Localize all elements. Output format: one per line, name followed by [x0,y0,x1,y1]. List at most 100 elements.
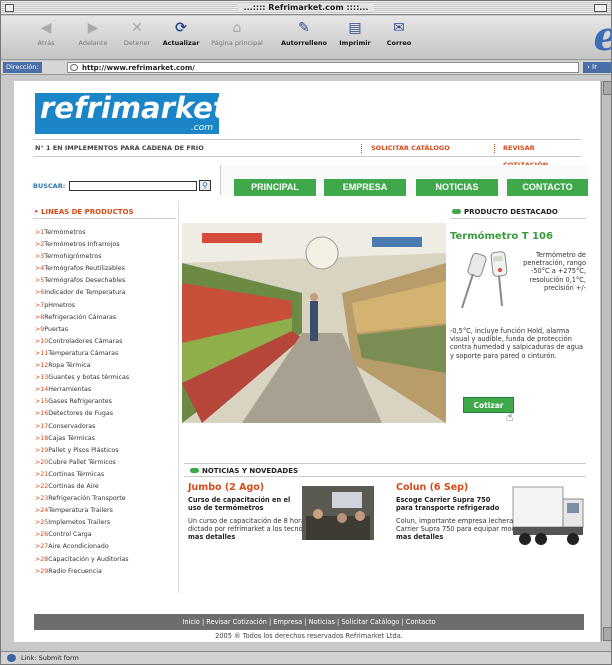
product-line-item[interactable]: >20Cubre Pallet Térmicos [35,457,180,469]
nav-empresa[interactable]: EMPRESA [324,179,406,196]
product-line-item[interactable]: >11Temperatura Cámaras [35,348,180,360]
refrimarket-logo[interactable]: refrimarket .com [35,93,227,134]
featured-product-title[interactable]: Termómetro T 106 [450,231,553,242]
browser-window: ...:::: Refrimarket.com ::::... ◀ Atrás ▶… [0,0,612,665]
product-line-item[interactable]: >8Refrigeración Cámaras [35,312,180,324]
product-line-item[interactable]: >25Implemetos Trailers [35,517,180,529]
search-button[interactable]: ⚲ [199,180,211,191]
footer-link[interactable]: Solicitar Catálogo [341,618,399,626]
explorer-bar-tabs [601,81,611,641]
product-line-item[interactable]: >22Cortinas de Aire [35,481,180,493]
product-line-label: Puertas [44,325,69,333]
news-title[interactable]: Curso de capacitación en el uso de termó… [188,496,298,513]
featured-product-heading: PRODUCTO DESTACADO [450,205,586,219]
footer-link[interactable]: Noticias [309,618,335,626]
product-line-item[interactable]: >5Termógrafos Desechables [35,275,180,287]
product-line-item[interactable]: >26Control Carga [35,529,180,541]
nav-noticias[interactable]: NOTICIAS [416,179,498,196]
forward-button[interactable]: ▶ Adelante [75,20,111,47]
status-bar: Link: Submit form [1,651,611,664]
product-lines-list: >1Termómetros >2Termómetros Infrarrojos >3… [35,227,180,578]
column-divider [178,201,179,593]
news-heading: NOTICIAS Y NOVEDADES [184,463,586,477]
product-line-label: Capacitación y Auditorías [48,555,129,563]
title-bar[interactable]: ...:::: Refrimarket.com ::::... [1,1,611,15]
product-line-item[interactable]: >1Termómetros [35,227,180,239]
request-catalog-link[interactable]: SOLICITAR CATÁLOGO [371,140,450,157]
product-line-number: >22 [35,482,49,490]
product-line-item[interactable]: >24Temperatura Trailers [35,505,180,517]
stop-button[interactable]: ✕ Detener [119,20,155,47]
back-button[interactable]: ◀ Atrás [31,20,61,47]
refrigerated-truck-photo [512,486,584,545]
product-line-number: >10 [35,337,49,345]
product-line-number: >8 [35,313,45,321]
search-input[interactable] [69,181,197,191]
product-line-number: >1 [35,229,45,236]
product-line-number: >14 [35,386,49,394]
nav-principal[interactable]: PRINCIPAL [234,179,316,196]
address-label: Dirección: [3,62,42,73]
product-line-label: Controladores Cámaras [48,337,123,345]
autofill-icon: ✎ [298,20,310,36]
product-line-item[interactable]: >18Cajas Térmicas [35,433,180,445]
mail-button[interactable]: ✉ Correo [383,20,415,47]
product-line-number: >4 [35,265,45,273]
footer-link[interactable]: Inicio [182,618,199,626]
product-line-item[interactable]: >27Aire Acondicionado [35,541,180,553]
product-line-number: >13 [35,374,49,382]
tagline: N° 1 EN IMPLEMENTOS PARA CADENA DE FRIO [35,144,204,152]
product-line-item[interactable]: >10Controladores Cámaras [35,336,180,348]
product-line-label: Termohigrómetros [44,253,102,261]
product-line-item[interactable]: >12Ropa Térmica [35,360,180,372]
product-line-number: >7 [35,301,45,309]
footer-link[interactable]: Empresa [273,618,302,626]
search-label: BUSCAR: [33,182,66,190]
product-line-item[interactable]: >17Conservadoras [35,421,180,433]
product-lines-heading: LINEAS DE PRODUCTOS [33,205,176,219]
explorer-tab[interactable] [603,627,611,641]
product-line-item[interactable]: >2Termómetros Infrarrojos [35,239,180,251]
product-line-item[interactable]: >19Pallet y Pisos Plásticos [35,445,180,457]
print-button[interactable]: ▤ Imprimir [335,20,375,47]
product-line-item[interactable]: >29Radio Frecuencia [35,566,180,578]
refresh-button[interactable]: ⟳ Actualizar [161,20,201,47]
product-line-number: >16 [35,410,49,418]
product-line-item[interactable]: >16Detectores de Fugas [35,408,180,420]
supermarket-photo [182,223,446,423]
product-line-item[interactable]: >9Puertas [35,324,180,336]
nav-contacto[interactable]: CONTACTO [507,179,588,196]
product-line-label: Herramientas [48,386,92,394]
product-line-item[interactable]: >23Refrigeración Transporte [35,493,180,505]
product-line-label: Refrigeración Transporte [48,495,126,503]
product-line-number: >19 [35,446,49,454]
product-line-item[interactable]: >4Termógrafos Reutilizables [35,263,180,275]
explorer-tab[interactable] [603,81,611,95]
url-field[interactable]: http://www.refrimarket.com/ [67,62,579,73]
close-box[interactable] [5,4,14,12]
product-line-item[interactable]: >28Capacitación y Auditorías [35,554,180,566]
product-line-item[interactable]: >15Gases Refrigerantes [35,396,180,408]
product-line-item[interactable]: >21Cortinas Térmicas [35,469,180,481]
product-line-item[interactable]: >3Termohigrómetros [35,251,180,263]
product-line-number: >2 [35,241,45,249]
home-button[interactable]: ⌂ Página principal [207,20,267,47]
autofill-button[interactable]: ✎ Autorrelleno [281,20,327,47]
product-line-item[interactable]: >6Indicador de Temperatura [35,287,180,299]
site-container: refrimarket .com N° 1 EN IMPLEMENTOS PAR… [26,81,588,642]
product-line-label: Gases Refrigerantes [48,398,112,406]
footer-link[interactable]: Contacto [406,618,436,626]
product-line-item[interactable]: >13Guantes y botas térmicas [35,372,180,384]
product-line-number: >24 [35,507,49,515]
home-icon: ⌂ [232,20,242,36]
product-line-item[interactable]: >14Herramientas [35,384,180,396]
zoom-box[interactable] [594,4,607,12]
footer-nav: Inicio | Revisar Cotización | Empresa | … [34,614,584,630]
copyright: 2005 ® Todos los derechos reservados Ref… [215,632,403,640]
footer-link[interactable]: Revisar Cotización [206,618,267,626]
product-line-label: Termómetros [44,229,86,236]
product-line-number: >11 [35,349,49,357]
news-title[interactable]: Escoge Carrier Supra 750 para transporte… [396,496,506,513]
go-button[interactable]: › Ir [583,62,611,73]
product-line-item[interactable]: >7pHmetros [35,300,180,312]
